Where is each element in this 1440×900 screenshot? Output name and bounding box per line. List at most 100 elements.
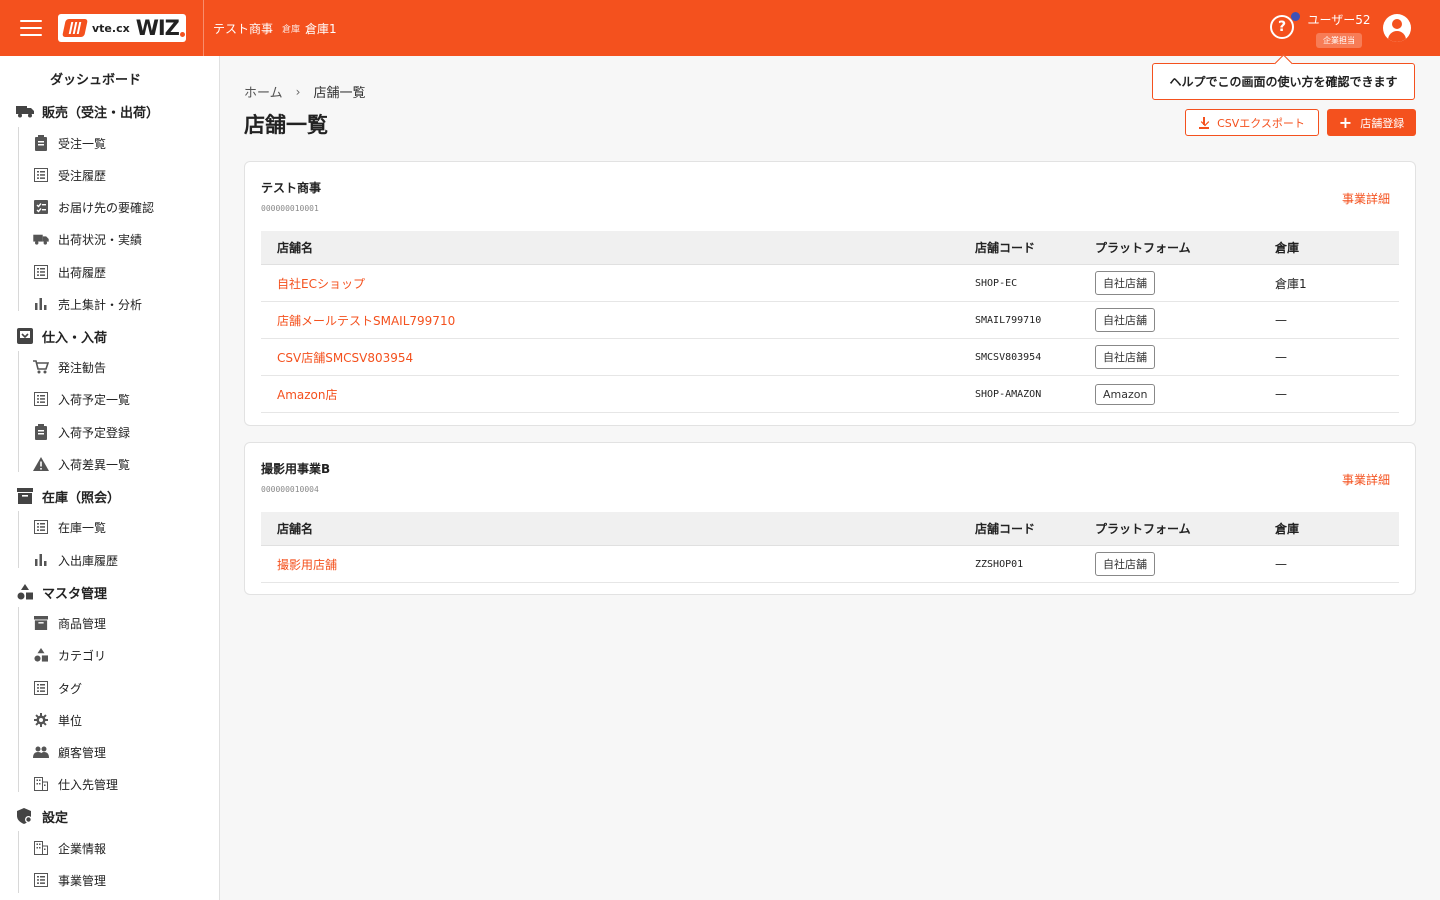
store-code: SHOP-EC bbox=[975, 277, 1018, 289]
csv-export-button[interactable]: CSVエクスポート bbox=[1185, 109, 1319, 136]
logo-mark-icon bbox=[62, 19, 88, 37]
store-code: ZZSHOP01 bbox=[975, 558, 1024, 570]
sidebar-group-sales[interactable]: 販売（受注・出荷） bbox=[16, 99, 159, 123]
shapes-icon bbox=[16, 583, 34, 601]
sidebar-item-order-advice[interactable]: 発注勧告 bbox=[32, 355, 106, 379]
table-header: 店舗名 店舗コード プラットフォーム 倉庫 bbox=[261, 512, 1399, 546]
list-icon bbox=[32, 679, 50, 697]
store-name-link[interactable]: 自社ECショップ bbox=[277, 277, 365, 291]
business-code: 000000010001 bbox=[261, 204, 319, 213]
header-store-name: 店舗名 bbox=[277, 522, 314, 536]
sidebar-group-stock[interactable]: 在庫（照会） bbox=[16, 484, 120, 508]
sidebar-item-label: 入荷予定一覧 bbox=[58, 392, 131, 407]
store-code: SHOP-AMAZON bbox=[975, 388, 1042, 400]
sidebar-item-arrival-diff[interactable]: 入荷差異一覧 bbox=[32, 452, 130, 476]
business-detail-link[interactable]: 事業詳細 bbox=[1342, 471, 1390, 488]
building-icon bbox=[32, 839, 50, 857]
store-name-link[interactable]: 店舗メールテストSMAIL799710 bbox=[277, 314, 455, 328]
table-header: 店舗名 店舗コード プラットフォーム 倉庫 bbox=[261, 231, 1399, 265]
warehouse-name: 倉庫1 bbox=[305, 21, 337, 36]
breadcrumb-home[interactable]: ホーム bbox=[244, 82, 283, 101]
platform-chip: 自社店舗 bbox=[1095, 552, 1155, 576]
store-name-link[interactable]: Amazon店 bbox=[277, 388, 338, 402]
truck-icon bbox=[32, 230, 50, 248]
menu-icon[interactable] bbox=[20, 20, 42, 36]
business-card: テスト商事 000000010001 事業詳細 店舗名 店舗コード プラットフォ… bbox=[244, 161, 1416, 426]
sidebar-item-business-mgmt[interactable]: 事業管理 bbox=[32, 868, 106, 892]
sidebar-item-order-history[interactable]: 受注履歴 bbox=[32, 163, 106, 187]
list-icon bbox=[32, 518, 50, 536]
sidebar-item-label: タグ bbox=[58, 681, 83, 696]
table-row: Amazon店 SHOP-AMAZON Amazon — bbox=[261, 376, 1399, 413]
sidebar-item-arrival-register[interactable]: 入荷予定登録 bbox=[32, 420, 130, 444]
store-warehouse: — bbox=[1275, 557, 1287, 571]
shapes-icon bbox=[32, 646, 50, 664]
sidebar-item-arrival-schedule[interactable]: 入荷予定一覧 bbox=[32, 387, 130, 411]
sidebar-item-label: 顧客管理 bbox=[58, 745, 107, 760]
help-button[interactable]: ? bbox=[1270, 12, 1300, 41]
sidebar-item-customers[interactable]: 顧客管理 bbox=[32, 740, 106, 764]
breadcrumb-current: 店舗一覧 bbox=[313, 86, 366, 101]
sidebar-item-label: 出荷状況・実績 bbox=[58, 232, 143, 247]
header-warehouse: 倉庫 bbox=[1275, 241, 1300, 255]
sidebar-item-label: 受注履歴 bbox=[58, 168, 107, 183]
sidebar: ダッシュボード 販売（受注・出荷） 受注一覧 受注履歴 お届け先の要確認 出荷状… bbox=[0, 56, 220, 900]
nav-tree-line bbox=[18, 351, 19, 472]
store-code: SMAIL799710 bbox=[975, 314, 1042, 326]
table-row: 自社ECショップ SHOP-EC 自社店舗 倉庫1 bbox=[261, 265, 1399, 302]
top-app-bar: vte.cx WIZ テスト商事 倉庫 倉庫1 bbox=[0, 0, 1440, 56]
sidebar-item-stock-history[interactable]: 入出庫履歴 bbox=[32, 548, 118, 572]
sidebar-group-label: 仕入・入荷 bbox=[42, 330, 108, 346]
store-table: 店舗名 店舗コード プラットフォーム 倉庫 自社ECショップ SHOP-EC 自… bbox=[261, 231, 1399, 413]
list-icon bbox=[32, 166, 50, 184]
archive-icon bbox=[32, 614, 50, 632]
sidebar-item-products[interactable]: 商品管理 bbox=[32, 611, 106, 635]
sidebar-item-tag[interactable]: タグ bbox=[32, 676, 82, 700]
business-detail-link[interactable]: 事業詳細 bbox=[1342, 190, 1390, 207]
chevron-right-icon: › bbox=[295, 84, 301, 99]
platform-chip: 自社店舗 bbox=[1095, 345, 1155, 369]
sidebar-group-settings[interactable]: 設定 bbox=[16, 804, 68, 828]
sidebar-item-label: 受注一覧 bbox=[58, 136, 107, 151]
clipboard-icon bbox=[32, 423, 50, 441]
plus-icon: + bbox=[1338, 112, 1353, 132]
sidebar-item-label: 商品管理 bbox=[58, 616, 107, 631]
sidebar-group-label: マスタ管理 bbox=[42, 586, 108, 602]
account-icon[interactable] bbox=[1383, 14, 1411, 42]
sidebar-item-suppliers[interactable]: 仕入先管理 bbox=[32, 772, 118, 796]
store-name-link[interactable]: CSV店舗SMCSV803954 bbox=[277, 351, 413, 365]
help-tooltip: ヘルプでこの画面の使い方を確認できます bbox=[1152, 63, 1415, 100]
store-warehouse: 倉庫1 bbox=[1275, 276, 1307, 291]
platform-chip: 自社店舗 bbox=[1095, 271, 1155, 295]
bar-chart-icon bbox=[32, 295, 50, 313]
user-name: ユーザー52 bbox=[1307, 13, 1371, 27]
sidebar-item-stock-list[interactable]: 在庫一覧 bbox=[32, 515, 106, 539]
store-warehouse: — bbox=[1275, 387, 1287, 401]
user-info[interactable]: ユーザー52 企業担当 bbox=[1306, 11, 1372, 48]
sidebar-item-orders[interactable]: 受注一覧 bbox=[32, 131, 106, 155]
sidebar-item-company-info[interactable]: 企業情報 bbox=[32, 836, 106, 860]
sidebar-item-label: 入出庫履歴 bbox=[58, 553, 119, 568]
nav-tree-line bbox=[18, 607, 19, 792]
store-name-link[interactable]: 撮影用店舗 bbox=[277, 558, 337, 572]
app-logo[interactable]: vte.cx WIZ bbox=[58, 14, 186, 42]
header-store-code: 店舗コード bbox=[975, 522, 1036, 536]
header-store-name: 店舗名 bbox=[277, 241, 314, 255]
sidebar-item-label: カテゴリ bbox=[58, 648, 107, 663]
warning-icon bbox=[32, 455, 50, 473]
warehouse-label: 倉庫 bbox=[282, 24, 301, 35]
sidebar-item-category[interactable]: カテゴリ bbox=[32, 643, 106, 667]
sidebar-group-label: 販売（受注・出荷） bbox=[42, 105, 160, 121]
sidebar-group-master[interactable]: マスタ管理 bbox=[16, 580, 107, 604]
add-store-button[interactable]: + 店舗登録 bbox=[1327, 109, 1416, 136]
notification-dot bbox=[1291, 12, 1300, 21]
sidebar-item-delivery-check[interactable]: お届け先の要確認 bbox=[32, 195, 154, 219]
breadcrumb: ホーム › 店舗一覧 bbox=[244, 82, 366, 102]
sidebar-group-purchase[interactable]: 仕入・入荷 bbox=[16, 324, 107, 348]
sidebar-item-shipping-history[interactable]: 出荷履歴 bbox=[32, 260, 106, 284]
sidebar-item-shipping-status[interactable]: 出荷状況・実績 bbox=[32, 227, 142, 251]
sidebar-item-dashboard[interactable]: ダッシュボード bbox=[16, 66, 141, 90]
sidebar-item-unit[interactable]: 単位 bbox=[32, 708, 82, 732]
sidebar-item-sales-analysis[interactable]: 売上集計・分析 bbox=[32, 292, 142, 316]
business-card: 撮影用事業B 000000010004 事業詳細 店舗名 店舗コード プラットフ… bbox=[244, 442, 1416, 595]
